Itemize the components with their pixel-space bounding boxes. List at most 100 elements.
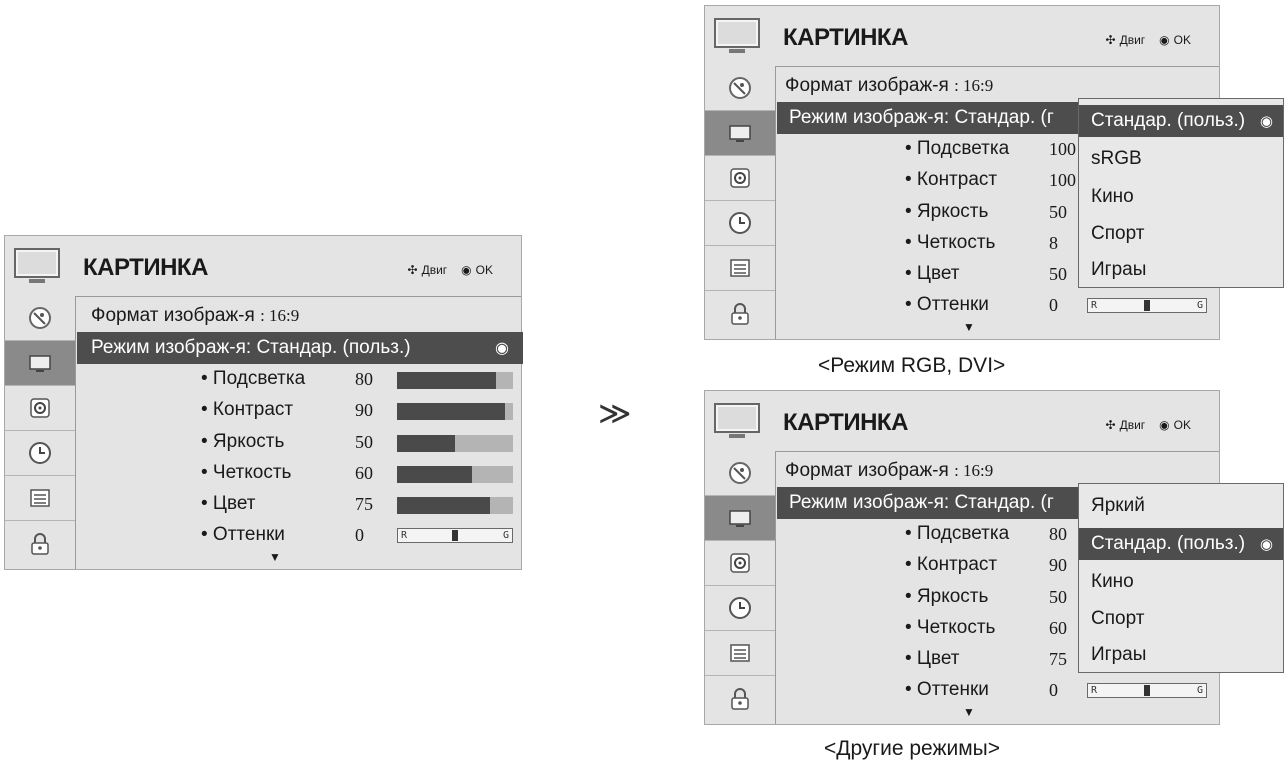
sidebar-option[interactable] <box>5 476 75 521</box>
category-sidebar <box>705 66 776 339</box>
scroll-down-icon[interactable]: ▼ <box>269 550 281 564</box>
tint-label[interactable]: • Оттенки <box>905 679 989 701</box>
tint-r-label: R <box>401 530 408 541</box>
sidebar-time[interactable] <box>705 586 775 631</box>
sharpness-label[interactable]: • Четкость <box>905 232 995 254</box>
tint-r-label: R <box>1091 685 1098 696</box>
tint-label[interactable]: • Оттенки <box>905 294 989 316</box>
sidebar-audio[interactable] <box>5 386 75 431</box>
menu-header: КАРТИНКА ✣ Двиг ◉ OK <box>705 391 1219 452</box>
tint-slider[interactable]: R G <box>1087 298 1207 313</box>
sidebar-setup[interactable] <box>705 66 775 111</box>
picture-format-item[interactable]: Формат изображ-я : 16:9 <box>785 460 993 482</box>
sidebar-lock[interactable] <box>705 291 775 336</box>
sharpness-label[interactable]: • Четкость <box>201 462 291 484</box>
color-label[interactable]: • Цвет <box>905 648 960 670</box>
sharpness-label[interactable]: • Четкость <box>905 617 995 639</box>
sidebar-picture[interactable] <box>5 341 75 386</box>
backlight-label[interactable]: • Подсветка <box>905 138 1009 160</box>
brightness-label[interactable]: • Яркость <box>201 431 284 453</box>
category-sidebar <box>705 451 776 724</box>
picture-mode-dropdown-other[interactable]: Яркий Стандар. (польз.) ◉ Кино Спорт Игр… <box>1078 483 1284 673</box>
sharpness-value: 60 <box>355 463 373 483</box>
picture-menu-panel: КАРТИНКА ✣ Двиг ◉ OK Формат изображ-я : … <box>4 235 523 570</box>
mode-option-cinema[interactable]: Кино <box>1079 181 1283 213</box>
tint-slider[interactable]: R G <box>1087 683 1207 698</box>
ok-icon: ◉ <box>1159 33 1170 47</box>
scroll-down-icon[interactable]: ▼ <box>963 705 975 719</box>
picture-mode-item[interactable]: Режим изображ-я : Стандар. (польз.) ◉ <box>77 332 523 364</box>
sharpness-bar[interactable] <box>397 466 513 483</box>
format-value: : 16:9 <box>954 76 994 95</box>
option-icon <box>730 644 750 662</box>
sidebar-audio[interactable] <box>705 156 775 201</box>
sidebar-lock[interactable] <box>705 676 775 721</box>
sidebar-picture[interactable] <box>705 111 775 156</box>
brightness-value: 50 <box>1049 202 1067 222</box>
move-hint-label: Двиг <box>1119 33 1146 47</box>
picture-mode-dropdown-rgb[interactable]: Стандар. (польз.) ◉ sRGB Кино Спорт Игра… <box>1078 98 1284 288</box>
mode-option-standard-user[interactable]: Стандар. (польз.) ◉ <box>1079 105 1283 137</box>
picture-mode-item[interactable]: Режим изображ-я : Стандар. (г <box>777 102 1097 134</box>
picture-format-item[interactable]: Формат изображ-я : 16:9 <box>91 305 299 327</box>
sharpness-value: 60 <box>1049 618 1067 638</box>
tv-picture-icon <box>729 510 751 527</box>
color-value: 75 <box>1049 649 1067 669</box>
contrast-label[interactable]: • Контраст <box>905 169 997 191</box>
sidebar-audio[interactable] <box>705 541 775 586</box>
contrast-bar[interactable] <box>397 403 513 420</box>
lock-icon <box>731 302 749 325</box>
brightness-bar[interactable] <box>397 435 513 452</box>
mode-option-standard-user[interactable]: Стандар. (польз.) ◉ <box>1079 528 1283 560</box>
picture-format-item[interactable]: Формат изображ-я : 16:9 <box>785 75 993 97</box>
format-value: : 16:9 <box>954 461 994 480</box>
brightness-label[interactable]: • Яркость <box>905 201 988 223</box>
sidebar-time[interactable] <box>705 201 775 246</box>
scroll-down-icon[interactable]: ▼ <box>963 320 975 334</box>
mode-label: Режим изображ-я <box>789 107 944 128</box>
backlight-bar[interactable] <box>397 372 513 389</box>
color-label[interactable]: • Цвет <box>201 493 256 515</box>
picture-mode-item[interactable]: Режим изображ-я : Стандар. (г <box>777 487 1097 519</box>
backlight-label[interactable]: • Подсветка <box>905 523 1009 545</box>
sidebar-lock[interactable] <box>5 521 75 566</box>
backlight-value: 80 <box>355 369 373 389</box>
caption-rgb-dvi: <Режим RGB, DVI> <box>818 354 1006 377</box>
tint-label[interactable]: • Оттенки <box>201 524 285 546</box>
ok-hint-label: OK <box>475 263 493 277</box>
color-bar[interactable] <box>397 497 513 514</box>
caption-other-modes: <Другие режимы> <box>824 737 1001 760</box>
tint-slider[interactable]: R G <box>397 528 513 543</box>
brightness-label[interactable]: • Яркость <box>905 586 988 608</box>
sidebar-time[interactable] <box>5 431 75 476</box>
contrast-label[interactable]: • Контраст <box>905 554 997 576</box>
tint-marker <box>1144 685 1150 696</box>
sidebar-setup[interactable] <box>705 451 775 496</box>
sidebar-picture[interactable] <box>705 496 775 541</box>
format-label: Формат изображ-я <box>785 75 949 96</box>
move-arrows-icon: ✣ <box>1105 418 1116 432</box>
mode-option-cinema[interactable]: Кино <box>1079 566 1283 598</box>
ok-icon: ◉ <box>461 263 472 277</box>
sidebar-option[interactable] <box>705 631 775 676</box>
sidebar-setup[interactable] <box>5 296 75 341</box>
nav-hint: ✣ Двиг ◉ OK <box>1106 418 1191 432</box>
mode-option-game[interactable]: Играы <box>1079 639 1283 671</box>
tv-picture-icon <box>29 355 51 372</box>
tint-marker <box>452 530 458 541</box>
contrast-label[interactable]: • Контраст <box>201 399 293 421</box>
radio-selected-icon: ◉ <box>1259 536 1273 553</box>
tint-r-label: R <box>1091 300 1098 311</box>
option-label: Стандар. (польз.) <box>1091 110 1246 131</box>
mode-option-vivid[interactable]: Яркий <box>1079 490 1283 522</box>
menu-header: КАРТИНКА ✣ Двиг ◉ OK <box>705 6 1219 67</box>
tint-value: 0 <box>1049 295 1058 315</box>
mode-option-sport[interactable]: Спорт <box>1079 218 1283 250</box>
backlight-label[interactable]: • Подсветка <box>201 368 305 390</box>
sidebar-option[interactable] <box>705 246 775 291</box>
menu-header: КАРТИНКА ✣ Двиг ◉ OK <box>5 236 521 297</box>
mode-option-game[interactable]: Играы <box>1079 254 1283 286</box>
mode-option-sport[interactable]: Спорт <box>1079 603 1283 635</box>
mode-option-srgb[interactable]: sRGB <box>1079 143 1283 175</box>
color-label[interactable]: • Цвет <box>905 263 960 285</box>
